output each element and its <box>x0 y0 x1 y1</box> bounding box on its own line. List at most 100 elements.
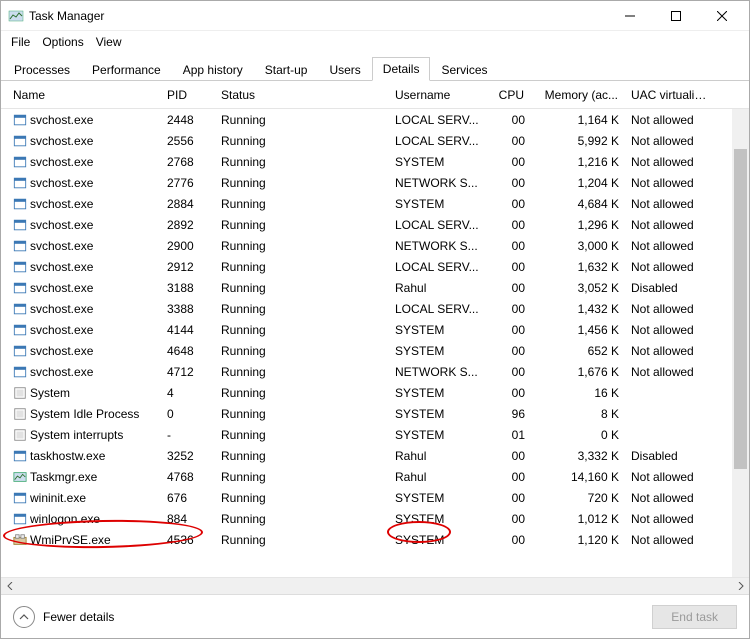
app-icon <box>7 7 25 25</box>
cell-uac: Not allowed <box>625 365 719 379</box>
table-row[interactable]: System Idle Process 0RunningSYSTEM968 K <box>1 403 749 424</box>
col-memory[interactable]: Memory (ac... <box>531 88 625 102</box>
cell-memory: 1,120 K <box>531 533 625 547</box>
table-row[interactable]: svchost.exe2884RunningSYSTEM004,684 KNot… <box>1 193 749 214</box>
cell-memory: 3,000 K <box>531 239 625 253</box>
cell-uac: Not allowed <box>625 323 719 337</box>
cell-status: Running <box>215 176 389 190</box>
chevron-up-icon <box>13 606 35 628</box>
table-row[interactable]: svchost.exe4144RunningSYSTEM001,456 KNot… <box>1 319 749 340</box>
table-row[interactable]: System interrupts-RunningSYSTEM010 K <box>1 424 749 445</box>
table-row[interactable]: winlogon.exe884RunningSYSTEM001,012 KNot… <box>1 508 749 529</box>
scroll-left-icon[interactable] <box>1 578 18 595</box>
scrollbar-thumb[interactable] <box>734 149 747 469</box>
cell-memory: 652 K <box>531 344 625 358</box>
maximize-button[interactable] <box>653 1 699 31</box>
cell-uac: Not allowed <box>625 155 719 169</box>
table-row[interactable]: taskhostw.exe3252RunningRahul003,332 KDi… <box>1 445 749 466</box>
horizontal-scrollbar[interactable] <box>1 577 749 594</box>
tab-performance[interactable]: Performance <box>81 58 172 81</box>
tab-details[interactable]: Details <box>372 57 431 81</box>
col-pid[interactable]: PID <box>161 88 215 102</box>
table-row[interactable]: svchost.exe2892RunningLOCAL SERV...001,2… <box>1 214 749 235</box>
cell-user: SYSTEM <box>389 407 491 421</box>
tab-users[interactable]: Users <box>318 58 371 81</box>
process-icon <box>13 218 27 232</box>
menu-view[interactable]: View <box>90 33 128 51</box>
table-row[interactable]: svchost.exe3388RunningLOCAL SERV...001,4… <box>1 298 749 319</box>
cell-user: LOCAL SERV... <box>389 134 491 148</box>
table-row[interactable]: svchost.exe2768RunningSYSTEM001,216 KNot… <box>1 151 749 172</box>
cell-user: NETWORK S... <box>389 239 491 253</box>
cell-cpu: 00 <box>491 302 531 316</box>
menu-options[interactable]: Options <box>36 33 89 51</box>
tab-startup[interactable]: Start-up <box>254 58 319 81</box>
cell-pid: 4536 <box>161 533 215 547</box>
cell-pid: 2912 <box>161 260 215 274</box>
tab-processes[interactable]: Processes <box>3 58 81 81</box>
process-icon <box>13 239 27 253</box>
col-status[interactable]: Status <box>215 88 389 102</box>
process-icon <box>13 449 27 463</box>
end-task-button[interactable]: End task <box>652 605 737 629</box>
table-row[interactable]: svchost.exe2776RunningNETWORK S...001,20… <box>1 172 749 193</box>
cell-pid: 2448 <box>161 113 215 127</box>
cell-name: System Idle Process <box>30 407 139 421</box>
cell-name: svchost.exe <box>30 197 93 211</box>
cell-uac: Not allowed <box>625 176 719 190</box>
cell-pid: - <box>161 428 215 442</box>
col-name[interactable]: Name <box>7 88 161 102</box>
cell-pid: 4768 <box>161 470 215 484</box>
cell-status: Running <box>215 407 389 421</box>
table-row[interactable]: svchost.exe2556RunningLOCAL SERV...005,9… <box>1 130 749 151</box>
cell-memory: 1,296 K <box>531 218 625 232</box>
cell-name: svchost.exe <box>30 281 93 295</box>
cell-pid: 4144 <box>161 323 215 337</box>
col-cpu[interactable]: CPU <box>491 88 531 102</box>
cell-status: Running <box>215 470 389 484</box>
cell-name: System <box>30 386 70 400</box>
process-icon <box>13 365 27 379</box>
process-icon <box>13 323 27 337</box>
table-row[interactable]: svchost.exe2912RunningLOCAL SERV...001,6… <box>1 256 749 277</box>
cell-pid: 3188 <box>161 281 215 295</box>
table-row[interactable]: svchost.exe2900RunningNETWORK S...003,00… <box>1 235 749 256</box>
scroll-right-icon[interactable] <box>732 578 749 595</box>
table-row[interactable]: Taskmgr.exe4768RunningRahul0014,160 KNot… <box>1 466 749 487</box>
cell-name: wininit.exe <box>30 491 86 505</box>
tab-services[interactable]: Services <box>430 58 498 81</box>
table-row[interactable]: svchost.exe4648RunningSYSTEM00652 KNot a… <box>1 340 749 361</box>
cell-cpu: 00 <box>491 281 531 295</box>
table-row[interactable]: WmiPrvSE.exe4536RunningSYSTEM001,120 KNo… <box>1 529 749 550</box>
table-row[interactable]: svchost.exe3188RunningRahul003,052 KDisa… <box>1 277 749 298</box>
cell-status: Running <box>215 323 389 337</box>
cell-cpu: 00 <box>491 365 531 379</box>
process-icon <box>13 470 27 484</box>
col-uac[interactable]: UAC virtualisati... <box>625 88 719 102</box>
cell-status: Running <box>215 197 389 211</box>
cell-uac: Not allowed <box>625 113 719 127</box>
cell-cpu: 96 <box>491 407 531 421</box>
minimize-button[interactable] <box>607 1 653 31</box>
cell-pid: 0 <box>161 407 215 421</box>
cell-user: SYSTEM <box>389 197 491 211</box>
cell-memory: 8 K <box>531 407 625 421</box>
tab-app-history[interactable]: App history <box>172 58 254 81</box>
table-row[interactable]: System4RunningSYSTEM0016 K <box>1 382 749 403</box>
cell-pid: 4648 <box>161 344 215 358</box>
cell-cpu: 00 <box>491 113 531 127</box>
col-username[interactable]: Username <box>389 88 491 102</box>
cell-memory: 4,684 K <box>531 197 625 211</box>
fewer-details-button[interactable]: Fewer details <box>13 606 114 628</box>
table-row[interactable]: svchost.exe2448RunningLOCAL SERV...001,1… <box>1 109 749 130</box>
cell-name: System interrupts <box>30 428 123 442</box>
vertical-scrollbar[interactable] <box>732 109 749 577</box>
cell-user: SYSTEM <box>389 533 491 547</box>
close-button[interactable] <box>699 1 745 31</box>
table-row[interactable]: wininit.exe676RunningSYSTEM00720 KNot al… <box>1 487 749 508</box>
cell-name: winlogon.exe <box>30 512 100 526</box>
menu-file[interactable]: File <box>5 33 36 51</box>
table-row[interactable]: svchost.exe4712RunningNETWORK S...001,67… <box>1 361 749 382</box>
cell-cpu: 00 <box>491 512 531 526</box>
footer: Fewer details End task <box>1 594 749 638</box>
